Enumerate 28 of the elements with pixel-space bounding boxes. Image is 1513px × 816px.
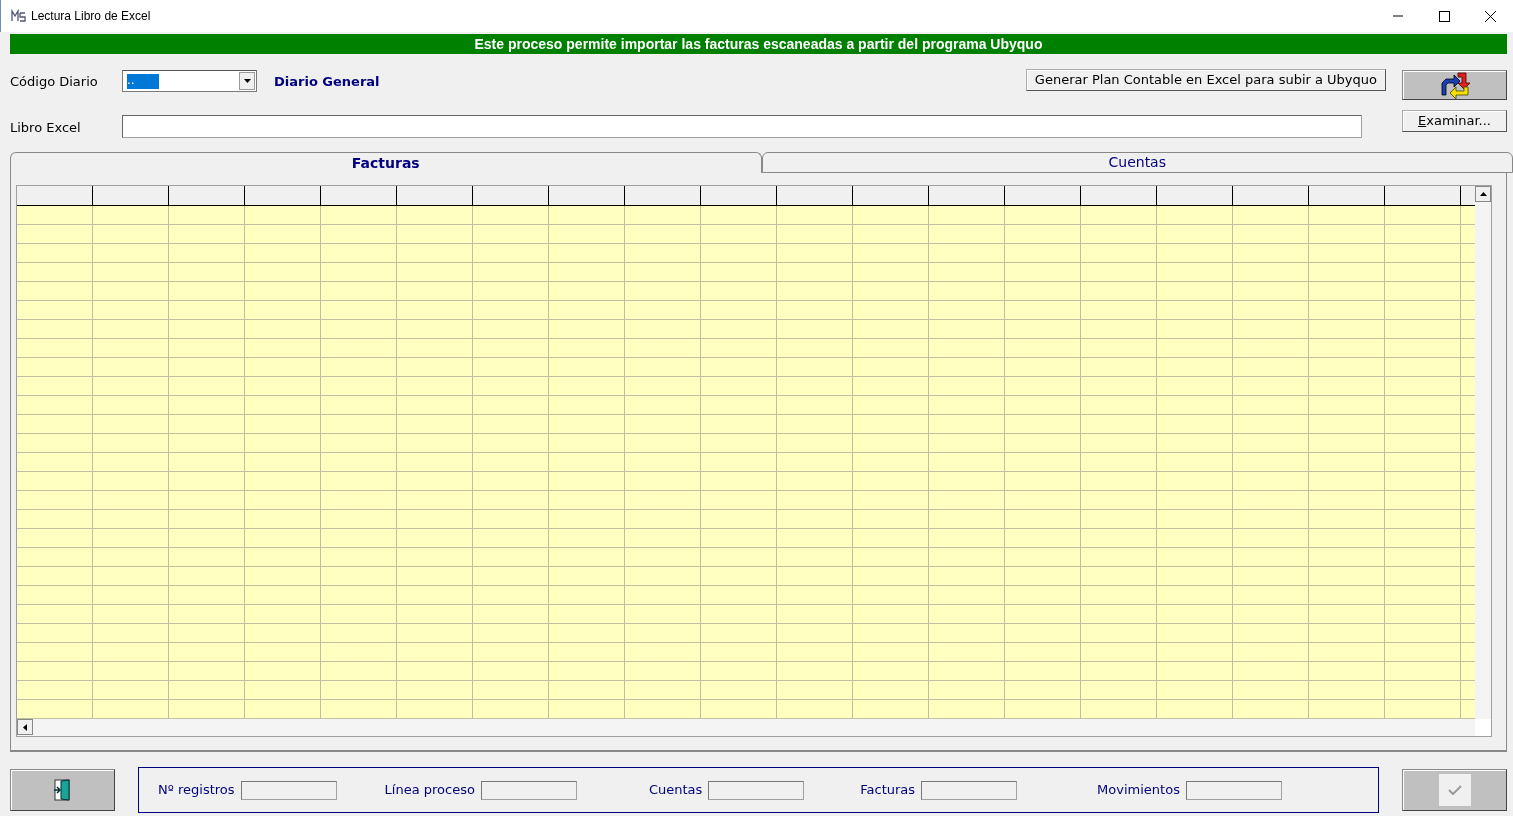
scroll-up-icon [1479,192,1487,196]
counter-label: Línea proceso [384,781,475,800]
horizontal-scrollbar[interactable] [17,719,1475,736]
tab[interactable]: Cuentas [761,152,1513,173]
refresh-button[interactable] [1402,70,1507,100]
file-path-field[interactable] [122,115,1362,138]
info-banner: Este proceso permite importar las facturas escaneadas a partir del programa Ubyquo [10,34,1507,54]
counter-label: Facturas [860,781,916,800]
maximize-icon [1438,10,1450,22]
check-icon [1447,785,1462,795]
counter-label: Cuentas [648,781,703,800]
field-label: Código Diario [10,73,99,91]
caret-icon [243,79,251,83]
counter-label: Movimientos [1097,781,1180,800]
app-logo-icon [11,9,27,23]
exit-door-icon [52,778,73,802]
counter-label: Nº registros [158,781,235,800]
generate-chart-button[interactable]: Generar Plan Contable en Excel para subir a Ubyquo [1025,69,1386,91]
exit-button[interactable] [10,769,115,811]
journal-name: Diario General [274,73,380,91]
window-title: Lectura Libro de Excel [31,8,151,25]
tab[interactable]: Facturas [10,152,762,173]
browse-button[interactable]: Examinar... [1402,110,1507,132]
close-icon [1484,10,1496,22]
vertical-scrollbar[interactable] [1475,186,1491,719]
scroll-left-icon [23,723,27,731]
field-label: Libro Excel [10,119,82,137]
journal-code-dropdown[interactable]: .. [122,70,257,92]
